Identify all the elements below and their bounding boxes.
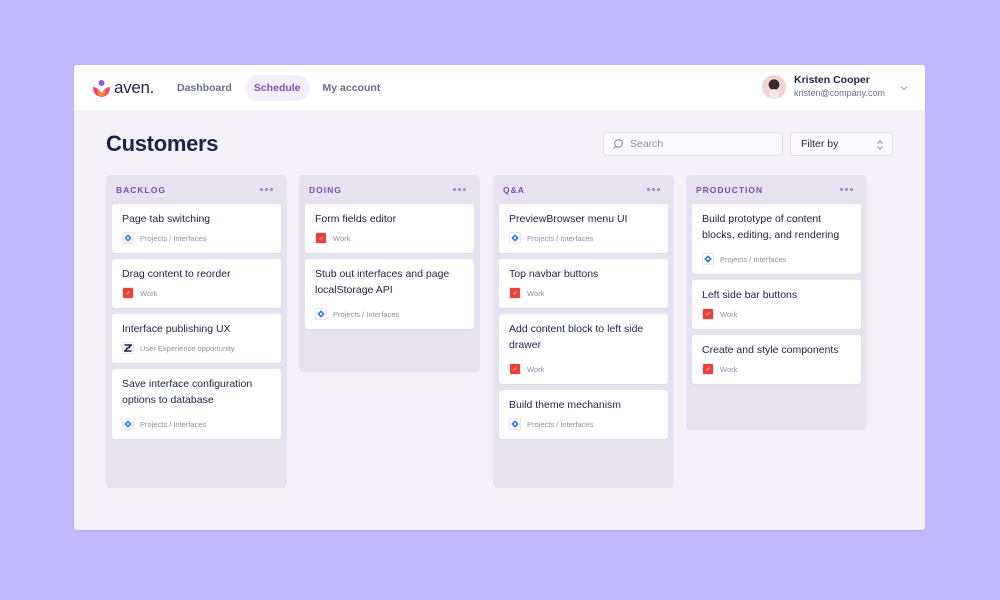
task-card[interactable]: Top navbar buttons Work (499, 259, 668, 308)
task-card[interactable]: Page tab switching Projects / Interfaces (112, 204, 281, 253)
task-card[interactable]: Drag content to reorder Work (112, 259, 281, 308)
card-tag: Work (702, 307, 851, 321)
card-tag-label: Projects / Interfaces (140, 233, 207, 243)
card-title: Create and style components (702, 344, 839, 356)
filter-select[interactable]: Filter by (790, 132, 893, 156)
column-more-icon[interactable] (449, 184, 470, 195)
page-title: Customers (106, 131, 219, 156)
card-tag: Projects / Interfaces (122, 231, 271, 245)
card-tag: Work (509, 362, 658, 376)
card-tag: Work (509, 286, 658, 300)
card-title: Save interface configuration options to … (122, 378, 253, 406)
nav-dashboard[interactable]: Dashboard (168, 75, 241, 101)
projects-icon (509, 232, 521, 244)
card-tag: Projects / Interfaces (315, 307, 464, 321)
work-icon (702, 308, 714, 320)
card-tag-label: Projects / Interfaces (720, 254, 787, 264)
search-box[interactable] (603, 132, 783, 156)
column-title: DOING (309, 184, 342, 195)
task-card[interactable]: Interface publishing UX User Experience … (112, 314, 281, 363)
ux-icon (122, 342, 134, 354)
card-tag: Work (122, 286, 271, 300)
card-tag-label: Work (140, 288, 158, 298)
card-title: Build prototype of content blocks, editi… (702, 213, 840, 241)
card-tag-label: Projects / Interfaces (140, 419, 207, 429)
projects-icon (509, 418, 521, 430)
card-title: Left side bar buttons (702, 289, 798, 301)
card-title: Page tab switching (122, 213, 211, 225)
column-more-icon[interactable] (256, 184, 277, 195)
card-tag-label: Work (720, 309, 738, 319)
column-title: PRODUCTION (696, 184, 764, 195)
user-menu[interactable]: Kristen Cooper kristen@company.com (762, 74, 885, 100)
card-title: Drag content to reorder (122, 268, 231, 280)
card-tag-label: Work (333, 233, 351, 243)
nav-my-account[interactable]: My account (314, 75, 390, 101)
chevron-down-icon[interactable] (900, 84, 908, 92)
card-tag: User Experience opportunity (122, 341, 271, 355)
card-tag: Work (702, 362, 851, 376)
column-title: Q&A (503, 184, 525, 195)
card-tag: Projects / Interfaces (509, 417, 658, 431)
card-title: Form fields editor (315, 213, 397, 225)
column-doing: DOING Form fields editor Work Stub out i… (299, 175, 480, 372)
card-title: Interface publishing UX (122, 323, 231, 335)
projects-icon (122, 418, 134, 430)
card-tag-label: Work (527, 288, 545, 298)
task-card[interactable]: PreviewBrowser menu UI Projects / Interf… (499, 204, 668, 253)
task-card[interactable]: Left side bar buttons Work (692, 280, 861, 329)
task-card[interactable]: Add content block to left side drawer Wo… (499, 314, 668, 384)
user-email: kristen@company.com (794, 88, 885, 98)
projects-icon (702, 253, 714, 265)
card-tag-label: Work (527, 364, 545, 374)
card-tag: Projects / Interfaces (122, 417, 271, 431)
task-card[interactable]: Save interface configuration options to … (112, 369, 281, 439)
app-window: aven. Dashboard Schedule My account Kris… (74, 65, 925, 530)
card-tag-label: Projects / Interfaces (333, 309, 400, 319)
nav-schedule[interactable]: Schedule (244, 75, 310, 101)
avatar (762, 75, 786, 99)
card-tag: Projects / Interfaces (702, 252, 851, 266)
card-title: Add content block to left side drawer (509, 323, 644, 351)
card-tag: Projects / Interfaces (509, 231, 658, 245)
task-card[interactable]: Create and style components Work (692, 335, 861, 384)
card-title: Top navbar buttons (509, 268, 599, 280)
brand-logo[interactable]: aven. (92, 78, 154, 98)
column-more-icon[interactable] (836, 184, 857, 195)
work-icon (122, 287, 134, 299)
aven-logo-icon (93, 79, 110, 97)
task-card[interactable]: Build theme mechanism Projects / Interfa… (499, 390, 668, 439)
card-tag-label: Work (720, 364, 738, 374)
card-tag: Work (315, 231, 464, 245)
card-tag-label: User Experience opportunity (140, 343, 235, 353)
card-title: PreviewBrowser menu UI (509, 213, 628, 225)
column-title: BACKLOG (116, 184, 166, 195)
work-icon (315, 232, 327, 244)
brand-name: aven. (114, 78, 155, 97)
sort-updown-icon (877, 140, 883, 150)
work-icon (509, 287, 521, 299)
projects-icon (315, 308, 327, 320)
card-title: Build theme mechanism (509, 399, 622, 411)
top-navbar: aven. Dashboard Schedule My account Kris… (74, 65, 925, 110)
search-input[interactable] (630, 138, 770, 150)
filter-label: Filter by (801, 138, 839, 150)
projects-icon (122, 232, 134, 244)
work-icon (509, 363, 521, 375)
column-more-icon[interactable] (643, 184, 664, 195)
task-card[interactable]: Form fields editor Work (305, 204, 474, 253)
main-nav: Dashboard Schedule My account (168, 75, 389, 101)
work-icon (702, 363, 714, 375)
user-name: Kristen Cooper (794, 74, 870, 86)
column-q-a: Q&A PreviewBrowser menu UI Projects / In… (493, 175, 674, 488)
search-icon (613, 139, 623, 149)
card-tag-label: Projects / Interfaces (527, 233, 594, 243)
column-production: PRODUCTION Build prototype of content bl… (686, 175, 867, 430)
task-card[interactable]: Stub out interfaces and page localStorag… (305, 259, 474, 329)
column-backlog: BACKLOG Page tab switching Projects / In… (106, 175, 287, 488)
task-card[interactable]: Build prototype of content blocks, editi… (692, 204, 861, 274)
card-tag-label: Projects / Interfaces (527, 419, 594, 429)
card-title: Stub out interfaces and page localStorag… (315, 268, 450, 296)
